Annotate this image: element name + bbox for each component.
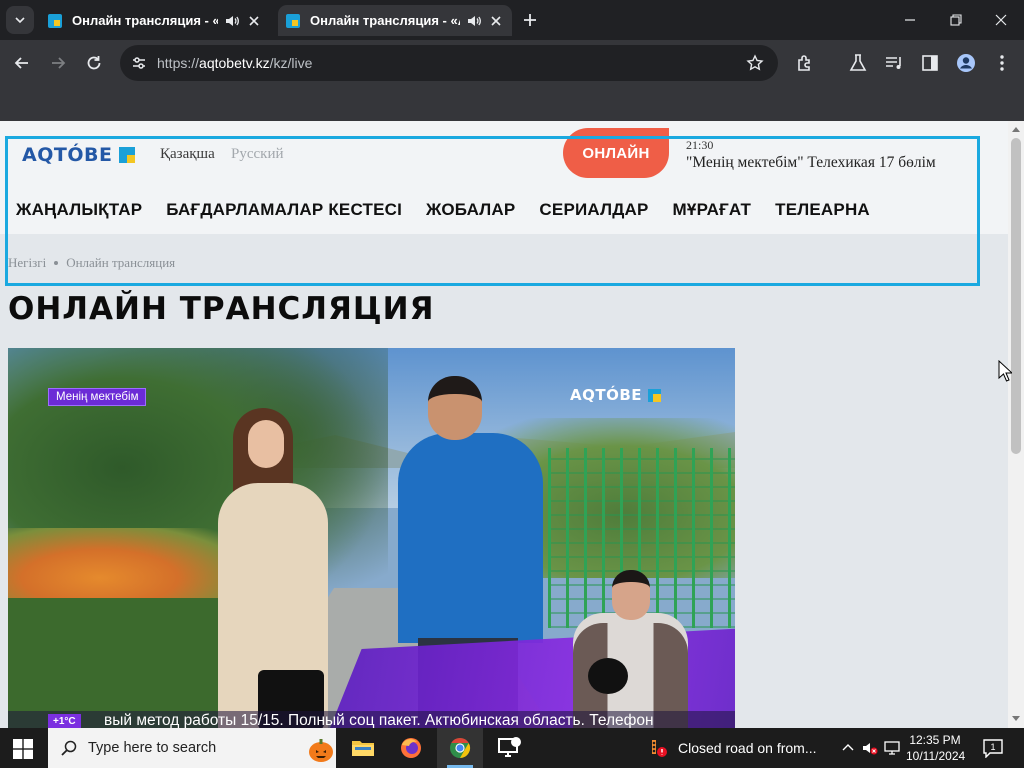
new-tab-plus-icon[interactable]	[520, 10, 540, 30]
channel-watermark: AQTÓBE	[570, 386, 662, 404]
scroll-down-arrow-icon[interactable]	[1012, 716, 1020, 721]
folder-icon	[352, 741, 374, 756]
page-title: ОНЛАЙН ТРАНСЛЯЦИЯ	[8, 291, 435, 327]
search-placeholder: Type here to search	[88, 740, 217, 756]
url-text[interactable]: https://aqtobetv.kz/kz/live	[157, 55, 312, 71]
page-viewport: AQTÓBE Қазақша Русский ОНЛАЙН 21:30 "Мен…	[0, 121, 1024, 728]
taskbar-remote-desktop[interactable]	[487, 728, 533, 768]
browser-tab-2[interactable]: Онлайн трансляция - «АС	[278, 5, 512, 36]
bookmark-star-icon[interactable]	[746, 54, 764, 72]
pumpkin-icon	[309, 739, 333, 762]
chrome-icon	[450, 737, 471, 759]
chevron-down-icon	[15, 17, 25, 24]
page-scrollbar[interactable]	[1008, 121, 1024, 728]
show-title-badge: Менің мектебім	[48, 388, 147, 406]
news-notification-text[interactable]: Closed road on from...	[678, 740, 817, 756]
scrollbar-thumb[interactable]	[1011, 138, 1021, 454]
bookmarks-bar	[0, 86, 1024, 121]
close-tab-icon[interactable]	[246, 13, 262, 29]
taskbar-firefox[interactable]	[388, 728, 434, 768]
minimize-icon[interactable]	[900, 10, 920, 30]
logo-mark-icon	[648, 388, 662, 402]
live-video-player[interactable]: Менің мектебім AQTÓBE +1°C вый метод раб…	[8, 348, 735, 728]
selection-highlight-box	[5, 136, 980, 286]
remote-desktop-icon	[498, 737, 521, 757]
search-icon	[61, 740, 77, 756]
windows-taskbar: Type here to search Closed road on from.…	[0, 728, 1024, 768]
menu-kebab-icon[interactable]	[991, 52, 1013, 74]
close-tab-icon[interactable]	[488, 13, 504, 29]
url-host: aqtobetv.kz	[199, 55, 270, 71]
notification-count: 1	[990, 742, 995, 752]
traffic-alert-icon[interactable]	[646, 738, 668, 758]
notification-center-icon[interactable]: 1	[982, 738, 1004, 758]
windows-start-icon[interactable]	[12, 738, 34, 760]
url-path: /kz/live	[269, 55, 313, 71]
speaker-icon[interactable]	[224, 13, 240, 29]
labs-flask-icon[interactable]	[847, 52, 869, 74]
mouse-cursor-icon	[998, 360, 1012, 382]
volume-muted-icon[interactable]	[862, 740, 878, 756]
news-ticker-text: вый метод работы 15/15. Полный соц пакет…	[104, 712, 654, 728]
tab-search-button[interactable]	[6, 6, 34, 34]
tab-title: Онлайн трансляция - «АТ	[72, 13, 218, 28]
back-arrow-icon[interactable]	[11, 52, 33, 74]
channel-watermark-text: AQTÓBE	[570, 386, 643, 404]
network-icon[interactable]	[884, 740, 900, 756]
close-window-icon[interactable]	[991, 10, 1011, 30]
reload-icon[interactable]	[83, 52, 105, 74]
speaker-icon[interactable]	[466, 13, 482, 29]
clock-time: 12:35 PM	[909, 733, 961, 747]
firefox-icon	[401, 738, 421, 758]
forward-arrow-icon[interactable]	[47, 52, 69, 74]
browser-tab-1[interactable]: Онлайн трансляция - «АТ	[40, 5, 270, 36]
taskbar-search-box[interactable]: Type here to search	[48, 728, 336, 768]
profile-avatar-icon[interactable]	[955, 52, 977, 74]
clock-date: 10/11/2024	[906, 749, 966, 763]
browser-toolbar: https://aqtobetv.kz/kz/live	[0, 40, 1024, 86]
chevron-up-icon[interactable]	[840, 740, 856, 756]
restore-icon[interactable]	[946, 10, 966, 30]
system-clock[interactable]: 12:35 PM 10/11/2024	[906, 732, 966, 764]
site-favicon-icon	[286, 13, 300, 28]
temperature-badge: +1°C	[48, 714, 81, 728]
scroll-up-arrow-icon[interactable]	[1012, 127, 1020, 132]
media-control-icon[interactable]	[883, 52, 905, 74]
taskbar-file-explorer[interactable]	[340, 728, 386, 768]
site-settings-icon[interactable]	[130, 54, 148, 72]
extensions-puzzle-icon[interactable]	[794, 52, 816, 74]
tab-title: Онлайн трансляция - «АС	[310, 13, 460, 28]
side-panel-icon[interactable]	[919, 52, 941, 74]
site-favicon-icon	[48, 13, 62, 28]
address-bar[interactable]: https://aqtobetv.kz/kz/live	[120, 45, 778, 81]
browser-tab-strip: Онлайн трансляция - «АТ Онлайн трансляци…	[0, 0, 1024, 40]
url-scheme: https://	[157, 55, 200, 71]
taskbar-chrome[interactable]	[437, 728, 483, 768]
